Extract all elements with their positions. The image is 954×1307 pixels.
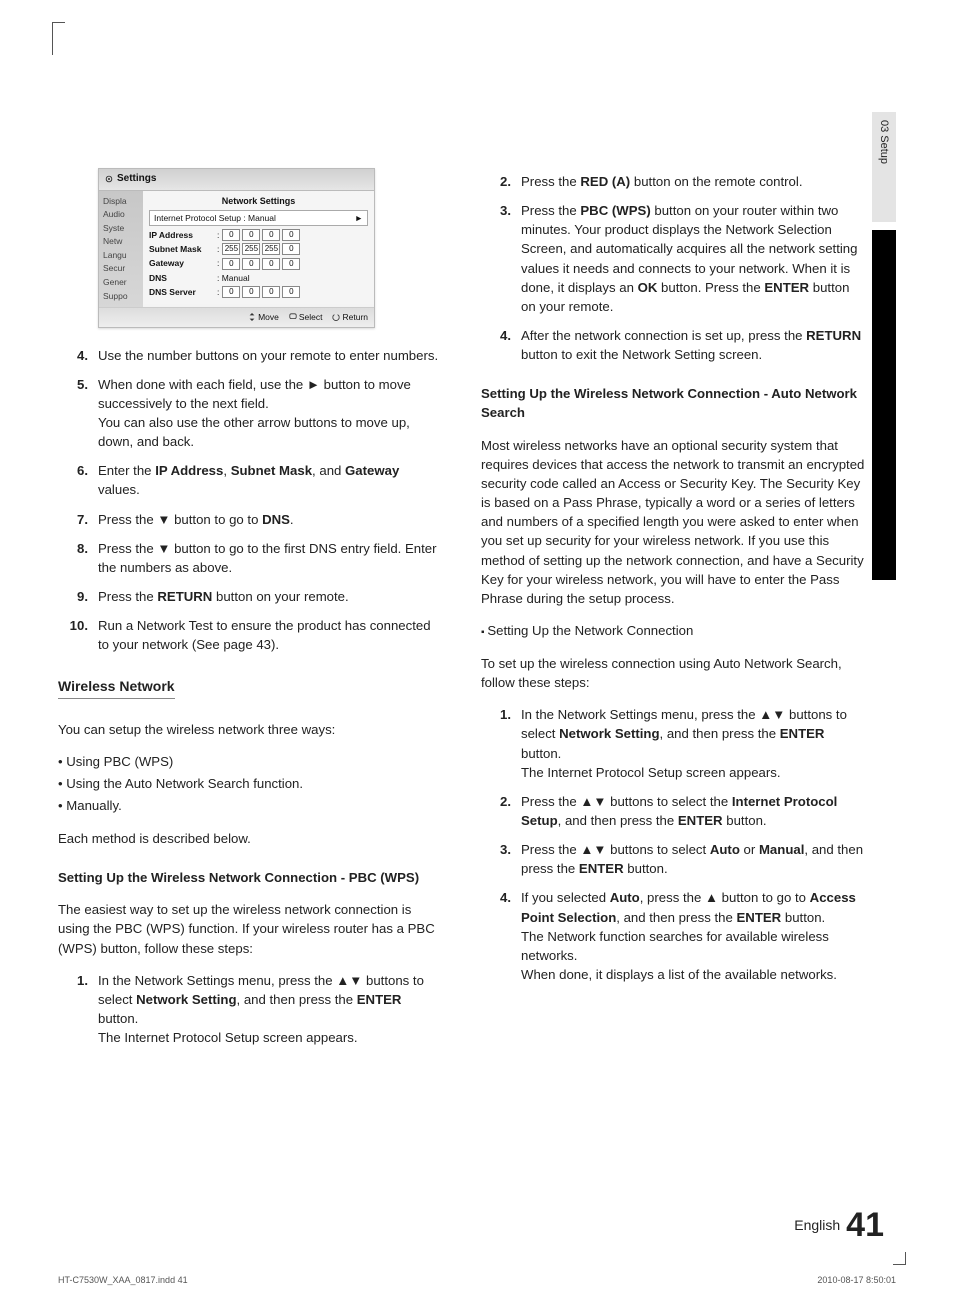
square-bullet: Setting Up the Network Connection bbox=[481, 621, 866, 641]
panel-nav: Move Select Return bbox=[99, 307, 374, 326]
wireless-intro: You can setup the wireless network three… bbox=[58, 720, 443, 739]
pbc-steps: 1.In the Network Settings menu, press th… bbox=[58, 971, 443, 1048]
crop-mark bbox=[52, 22, 65, 55]
right-arrow-icon: ► bbox=[355, 212, 363, 224]
thumb-tab bbox=[872, 230, 896, 580]
gear-icon bbox=[105, 175, 113, 183]
step-text: In the Network Settings menu, press the … bbox=[98, 971, 443, 1048]
right-column: 2.Press the RED (A) button on the remote… bbox=[481, 168, 896, 1059]
settings-screenshot: Settings DisplaAudioSysteNetwLanguSecurG… bbox=[98, 168, 375, 328]
panel-sidebar: DisplaAudioSysteNetwLanguSecurGenerSuppo bbox=[99, 191, 143, 308]
print-info: HT-C7530W_XAA_0817.indd 412010-08-17 8:5… bbox=[58, 1275, 896, 1285]
section-tab: 03 Setup bbox=[872, 112, 896, 222]
protocol-row: Internet Protocol Setup : Manual ► bbox=[149, 210, 368, 226]
auto-steps: 1.In the Network Settings menu, press th… bbox=[481, 705, 866, 984]
panel-title: Network Settings bbox=[149, 193, 368, 210]
crop-mark bbox=[893, 1252, 906, 1265]
auto-paragraph: Most wireless networks have an optional … bbox=[481, 436, 866, 608]
left-steps: 4.Use the number buttons on your remote … bbox=[58, 346, 443, 655]
page-footer: English41 bbox=[794, 1206, 884, 1245]
wireless-note: Each method is described below. bbox=[58, 829, 443, 848]
pbc-intro: The easiest way to set up the wireless n… bbox=[58, 900, 443, 957]
wireless-heading: Wireless Network bbox=[58, 676, 175, 698]
wireless-bullets: Using PBC (WPS)Using the Auto Network Se… bbox=[58, 752, 443, 815]
auto-heading: Setting Up the Wireless Network Connecti… bbox=[481, 384, 866, 422]
panel-header: Settings bbox=[99, 169, 374, 191]
right-steps-top: 2.Press the RED (A) button on the remote… bbox=[481, 172, 866, 364]
panel-header-text: Settings bbox=[117, 172, 156, 187]
pbc-heading: Setting Up the Wireless Network Connecti… bbox=[58, 868, 443, 887]
left-column: Settings DisplaAudioSysteNetwLanguSecurG… bbox=[58, 168, 443, 1059]
auto-intro: To set up the wireless connection using … bbox=[481, 654, 866, 692]
